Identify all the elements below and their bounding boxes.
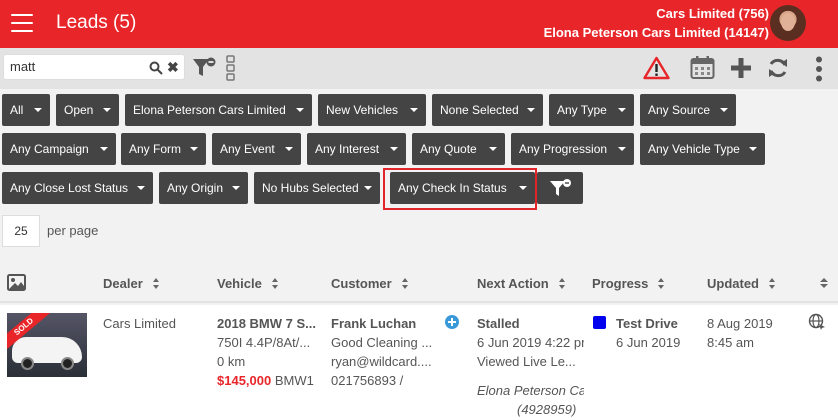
column-next-action-label: Next Action — [477, 276, 549, 291]
next-action-owner-id: (4928959) — [517, 402, 577, 417]
vehicle-title[interactable]: 2018 BMW 7 S... — [217, 316, 321, 331]
image-column-icon — [7, 274, 26, 291]
filter-selection[interactable]: None Selected — [432, 94, 543, 126]
column-dealer-label: Dealer — [103, 276, 143, 291]
refresh-icon[interactable] — [767, 57, 789, 79]
customer-email[interactable]: ryan@wildcard.... — [331, 354, 461, 369]
vehicle-spec: 750I 4.4P/8At/... — [217, 335, 311, 350]
wheel — [21, 357, 34, 370]
filter-vehicle-type[interactable]: Any Vehicle Type — [640, 133, 765, 165]
next-action-note: Viewed Live Le... — [477, 354, 576, 369]
wheel — [61, 357, 74, 370]
dealer-name[interactable]: Elona Peterson Cars Limited (14147) — [544, 25, 769, 40]
updated-time: 8:45 am — [707, 335, 754, 350]
filter-origin[interactable]: Any Origin — [159, 172, 248, 204]
next-action-owner: Elona Peterson Cars — [477, 383, 584, 398]
filter-vehicle-condition[interactable]: New Vehicles — [318, 94, 426, 126]
customer-name[interactable]: Frank Luchan — [331, 316, 416, 331]
progress-indicator — [593, 316, 606, 329]
column-updated[interactable]: Updated — [707, 276, 776, 291]
globe-icon[interactable] — [808, 313, 826, 331]
customer-phone[interactable]: 021756893 / — [331, 373, 461, 388]
app-header: Leads (5) Cars Limited (756) Elona Peter… — [0, 0, 838, 48]
next-action-date: 6 Jun 2019 4:22 pm — [477, 335, 584, 350]
filter-clear-icon — [550, 179, 571, 196]
sort-icon[interactable] — [658, 278, 665, 289]
user-avatar[interactable] — [770, 5, 806, 41]
filter-event[interactable]: Any Event — [212, 133, 301, 165]
per-page-label: per page — [47, 223, 99, 238]
vehicle-price: $145,000 — [217, 373, 272, 388]
menu-icon[interactable] — [11, 14, 33, 32]
filter-close-lost-status[interactable]: Any Close Lost Status — [2, 172, 153, 204]
search-icon[interactable] — [149, 61, 163, 75]
sort-icon[interactable] — [401, 278, 409, 289]
dealer-cell: Cars Limited — [103, 316, 176, 331]
vehicle-thumbnail[interactable]: SOLD — [7, 313, 87, 377]
sort-icon[interactable] — [152, 278, 160, 289]
filter-campaign[interactable]: Any Campaign — [2, 133, 116, 165]
column-customer-label: Customer — [331, 276, 392, 291]
warning-icon[interactable] — [643, 56, 670, 80]
columns-icon[interactable] — [226, 55, 236, 81]
filter-all[interactable]: All — [2, 94, 50, 126]
filter-remove-icon[interactable] — [192, 57, 216, 79]
per-page-select[interactable]: 25 — [2, 215, 40, 247]
clear-filters-button[interactable] — [537, 172, 583, 204]
column-progress-label: Progress — [592, 276, 649, 291]
vehicle-km: 0 km — [217, 354, 246, 369]
sort-icon[interactable] — [769, 278, 776, 289]
column-menu-icon[interactable] — [818, 278, 830, 290]
updated-date: 8 Aug 2019 — [707, 316, 773, 331]
vehicle-price-line: $145,000 BMW1 — [217, 373, 321, 388]
filter-hubs[interactable]: No Hubs Selected — [254, 172, 380, 204]
filter-dealer[interactable]: Elona Peterson Cars Limited — [125, 94, 312, 126]
toolbar: ✖ — [0, 48, 838, 89]
column-next-action[interactable]: Next Action — [477, 276, 566, 291]
filter-form[interactable]: Any Form — [121, 133, 206, 165]
add-customer-icon[interactable] — [445, 315, 459, 329]
vehicle-stock: BMW1 — [274, 373, 314, 388]
next-action-status: Stalled — [477, 316, 520, 331]
column-customer[interactable]: Customer — [331, 276, 409, 291]
calendar-icon[interactable] — [690, 55, 715, 80]
table-row[interactable]: SOLD Cars Limited 2018 BMW 7 S... 750I 4… — [0, 305, 838, 420]
search-input[interactable] — [10, 59, 140, 74]
column-vehicle-label: Vehicle — [217, 276, 262, 291]
customer-company: Good Cleaning ... — [331, 335, 433, 350]
filter-quote[interactable]: Any Quote — [412, 133, 505, 165]
column-progress[interactable]: Progress — [592, 276, 665, 291]
sort-icon[interactable] — [271, 278, 279, 289]
add-icon[interactable] — [731, 58, 751, 78]
column-dealer[interactable]: Dealer — [103, 276, 160, 291]
filter-type[interactable]: Any Type — [549, 94, 634, 126]
sort-icon[interactable] — [558, 278, 566, 289]
page-title: Leads (5) — [56, 12, 137, 33]
selection-highlight — [383, 168, 537, 210]
clear-icon[interactable]: ✖ — [167, 59, 179, 76]
column-updated-label: Updated — [707, 276, 759, 291]
filter-source[interactable]: Any Source — [640, 94, 736, 126]
progress-label: Test Drive — [616, 316, 678, 331]
filter-status[interactable]: Open — [56, 94, 119, 126]
filter-progression[interactable]: Any Progression — [511, 133, 634, 165]
more-icon[interactable] — [814, 56, 824, 82]
column-vehicle[interactable]: Vehicle — [217, 276, 279, 291]
filter-interest[interactable]: Any Interest — [307, 133, 406, 165]
account-name[interactable]: Cars Limited (756) — [656, 6, 769, 21]
search-box: ✖ — [3, 54, 185, 80]
table-header: Dealer Vehicle Customer Next Action Prog… — [0, 265, 838, 303]
progress-date: 6 Jun 2019 — [616, 335, 681, 350]
